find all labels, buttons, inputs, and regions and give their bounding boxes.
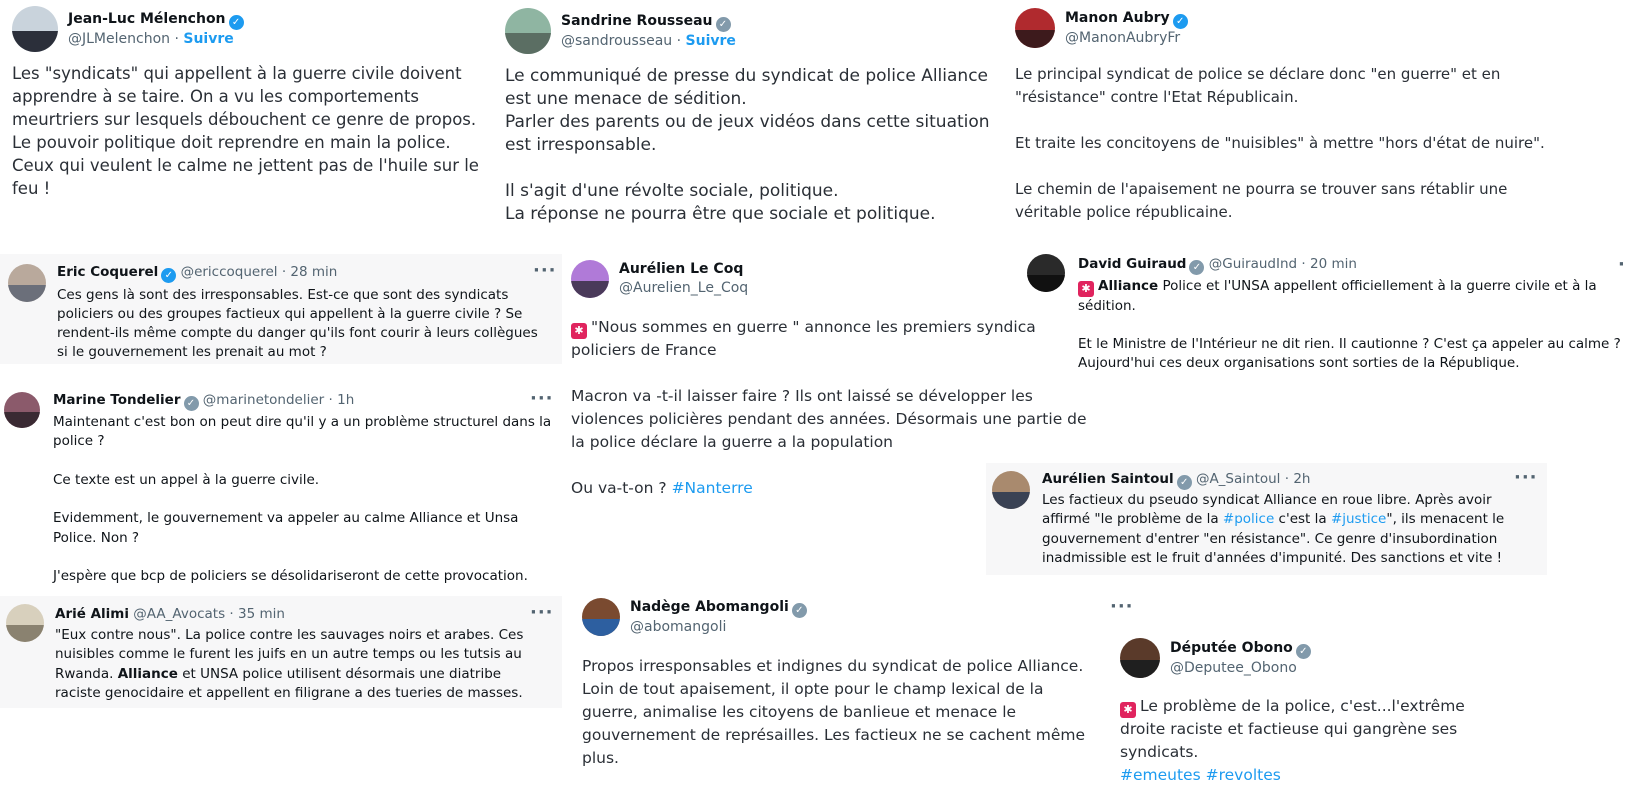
verified-badge-icon: ✓ <box>791 603 807 618</box>
avatar[interactable] <box>12 6 58 52</box>
hashtag-link[interactable]: #revoltes <box>1206 766 1281 784</box>
siren-emoji-icon: ✱ <box>1120 702 1136 718</box>
avatar[interactable] <box>1120 638 1160 678</box>
avatar[interactable] <box>6 604 44 642</box>
avatar[interactable] <box>992 471 1030 509</box>
tweet-rousseau: Sandrine Rousseau ✓ @sandrousseau · Suivr… <box>495 0 1005 240</box>
author-name[interactable]: Eric Coquerel <box>57 264 158 280</box>
avatar[interactable] <box>505 8 551 54</box>
tweet-abomangoli: Nadège Abomangoli ✓ @abomangoli ··· Propo… <box>570 592 1133 802</box>
tweet-text: ✱ Alliance Police et l'UNSA appellent off… <box>1078 278 1621 371</box>
hashtag-link[interactable]: #emeutes <box>1120 766 1201 784</box>
tweet-text: Maintenant c'est bon on peut dire qu'il … <box>53 414 552 585</box>
tweet-text: Propos irresponsables et indignes du syn… <box>582 657 1086 767</box>
tweet-coquerel: Eric Coquerel ✓ @ericcoquerel · 28 min ··… <box>0 254 562 364</box>
avatar[interactable] <box>8 264 46 302</box>
tweet-text: "Eux contre nous". La police contre les … <box>55 627 524 701</box>
more-options-icon[interactable]: ··· <box>530 388 554 409</box>
author-handle[interactable]: @marinetondelier <box>203 392 324 408</box>
tweet-text: Les factieux du pseudo syndicat Alliance… <box>1042 492 1505 566</box>
author-handle[interactable]: @ericcoquerel <box>181 264 278 280</box>
avatar[interactable] <box>1015 8 1055 48</box>
tweet-text: Le communiqué de presse du syndicat de p… <box>505 66 990 224</box>
avatar[interactable] <box>4 392 40 428</box>
tweet-text: Le principal syndicat de police se décla… <box>1015 65 1545 221</box>
tweet-alimi: Arié Alimi @AA_Avocats · 35 min ··· "Eux… <box>0 596 562 708</box>
more-options-icon[interactable]: ··· <box>1514 467 1538 488</box>
author-handle[interactable]: @Deputee_Obono <box>1170 660 1297 676</box>
tweet-text: ✱ Le problème de la police, c'est...l'ext… <box>1120 697 1465 784</box>
author-name[interactable]: Aurélien Saintoul <box>1042 471 1174 487</box>
timestamp[interactable]: 28 min <box>290 264 337 280</box>
author-name[interactable]: Jean-Luc Mélenchon <box>68 11 226 27</box>
author-name[interactable]: Nadège Abomangoli <box>630 599 789 615</box>
author-handle[interactable]: @Aurelien_Le_Coq <box>619 280 748 296</box>
tweet-saintoul: Aurélien Saintoul ✓ @A_Saintoul · 2h ··· … <box>986 463 1547 575</box>
timestamp[interactable]: 35 min <box>238 606 285 622</box>
tweet-text: Ces gens là sont des irresponsables. Est… <box>57 287 538 360</box>
more-options-icon[interactable]: ··· <box>530 602 554 623</box>
follow-button[interactable]: Suivre <box>183 31 233 47</box>
tweet-aubry: Manon Aubry ✓ @ManonAubryFr Le principal … <box>1005 0 1565 240</box>
hashtag-link[interactable]: #police <box>1223 511 1274 527</box>
verified-badge-icon: ✓ <box>1172 13 1188 29</box>
verified-badge-icon: ✓ <box>228 14 244 30</box>
verified-badge-icon: ✓ <box>161 268 177 283</box>
tweet-melenchon: Jean-Luc Mélenchon ✓ @JLMelenchon · Suivr… <box>0 0 495 240</box>
timestamp[interactable]: 20 min <box>1310 256 1357 272</box>
more-options-icon[interactable]: · <box>1618 254 1626 275</box>
siren-emoji-icon: ✱ <box>571 323 587 339</box>
author-handle[interactable]: @JLMelenchon <box>68 31 170 47</box>
tweet-tondelier: Marine Tondelier ✓ @marinetondelier · 1h … <box>0 384 562 594</box>
more-options-icon[interactable]: ··· <box>1110 596 1134 617</box>
tweet-text: Les "syndicats" qui appellent à la guerr… <box>12 64 479 198</box>
author-name[interactable]: Marine Tondelier <box>53 392 181 408</box>
verified-badge-icon: ✓ <box>1176 475 1192 490</box>
author-handle[interactable]: @abomangoli <box>630 619 726 635</box>
hashtag-link[interactable]: #Nanterre <box>672 479 753 497</box>
author-name[interactable]: Députée Obono <box>1170 640 1293 656</box>
avatar[interactable] <box>1027 254 1065 292</box>
author-handle[interactable]: @AA_Avocats <box>133 606 225 622</box>
author-name[interactable]: Arié Alimi <box>55 606 129 622</box>
author-handle[interactable]: @A_Saintoul <box>1196 471 1281 487</box>
author-handle[interactable]: @sandrousseau <box>561 33 672 49</box>
timestamp[interactable]: 1h <box>337 392 354 408</box>
timestamp[interactable]: 2h <box>1293 471 1310 487</box>
verified-badge-icon: ✓ <box>183 396 199 411</box>
tweet-guiraud: David Guiraud ✓ @GuiraudInd · 20 min · ✱ A… <box>1020 250 1628 375</box>
author-name[interactable]: Sandrine Rousseau <box>561 13 713 29</box>
siren-emoji-icon: ✱ <box>1078 281 1094 297</box>
hashtag-link[interactable]: #justice <box>1331 511 1386 527</box>
author-name[interactable]: David Guiraud <box>1078 256 1186 272</box>
verified-badge-icon: ✓ <box>1189 260 1205 275</box>
tweet-obono: Députée Obono ✓ @Deputee_Obono ✱ Le problè… <box>1110 630 1628 808</box>
verified-badge-icon: ✓ <box>1295 643 1311 659</box>
avatar[interactable] <box>571 260 609 298</box>
author-handle[interactable]: @ManonAubryFr <box>1065 30 1180 46</box>
author-handle[interactable]: @GuiraudInd <box>1209 256 1297 272</box>
author-name[interactable]: Aurélien Le Coq <box>619 261 743 277</box>
author-name[interactable]: Manon Aubry <box>1065 10 1170 26</box>
more-options-icon[interactable]: ··· <box>533 260 557 281</box>
follow-button[interactable]: Suivre <box>686 33 736 49</box>
verified-badge-icon: ✓ <box>715 16 731 32</box>
avatar[interactable] <box>582 598 620 637</box>
